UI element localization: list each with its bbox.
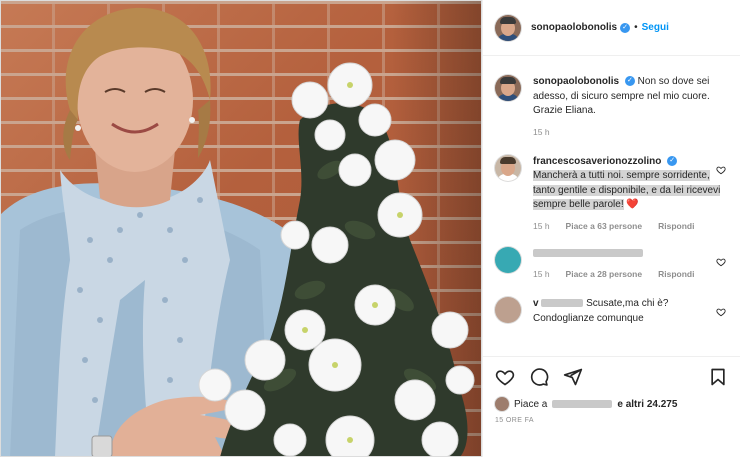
verified-badge-icon: ✓	[620, 22, 631, 33]
action-icons	[483, 357, 740, 397]
caption-time[interactable]: 15 h	[533, 127, 550, 137]
list-item: v Scusate,ma chi è? Condoglianze comunqu…	[483, 297, 740, 326]
avatar[interactable]	[495, 14, 521, 41]
reply-button[interactable]: Rispondi	[658, 269, 694, 279]
reply-button[interactable]: Rispondi	[658, 221, 694, 231]
comment-text-block: francescosaverionozzolino ✓ Mancherà a t…	[533, 155, 728, 213]
header-username[interactable]: sonopaolobonolis	[531, 22, 617, 33]
likes-prefix: Piace a	[514, 398, 548, 410]
like-comment-heart-icon[interactable]	[716, 165, 726, 175]
comment-username-partial[interactable]: v	[533, 298, 539, 309]
avatar[interactable]	[495, 246, 521, 273]
azalea-plant	[198, 62, 475, 457]
caption-meta: 15 h	[533, 127, 728, 137]
comment-time[interactable]: 15 h	[533, 221, 550, 231]
post-photo[interactable]	[0, 0, 482, 457]
obscured-username	[533, 248, 643, 257]
heart-emoji-icon: ❤️	[626, 199, 639, 210]
post-timestamp[interactable]: 15 ORE FA	[483, 411, 740, 430]
post-header: sonopaolobonolis ✓ • Segui	[483, 0, 740, 56]
list-item: 15 h Piace a 28 persone Rispondi	[483, 246, 740, 279]
like-comment-heart-icon[interactable]	[716, 307, 726, 317]
actions-bar: Piace a e altri 24.275 15 ORE FA	[483, 356, 740, 457]
avatar[interactable]	[495, 75, 521, 101]
caption-comment: sonopaolobonolis ✓ Non so dove sei adess…	[483, 75, 740, 137]
list-item: francescosaverionozzolino ✓ Mancherà a t…	[483, 154, 740, 231]
likes-summary: Piace a e altri 24.275	[483, 397, 740, 411]
follow-button[interactable]: Segui	[642, 22, 669, 33]
verified-badge-icon: ✓	[624, 76, 635, 87]
comment-username[interactable]: francescosaverionozzolino	[533, 156, 661, 167]
comment-text: Scusate,ma chi è?	[586, 298, 669, 309]
instagram-post: sonopaolobonolis ✓ • Segui sonopaolobono…	[0, 0, 740, 457]
comments-list[interactable]: sonopaolobonolis ✓ Non so dove sei adess…	[483, 57, 740, 355]
heart-icon[interactable]	[495, 367, 515, 387]
share-icon[interactable]	[563, 367, 583, 387]
comment-text-block: v Scusate,ma chi è? Condoglianze comunqu…	[533, 297, 728, 326]
verified-badge-icon: ✓	[667, 155, 678, 166]
comment-meta: 15 h Piace a 28 persone Rispondi	[533, 269, 728, 279]
obscured-username	[552, 400, 613, 408]
caption-text-block: sonopaolobonolis ✓ Non so dove sei adess…	[533, 75, 728, 119]
avatar[interactable]	[495, 397, 509, 411]
comment-text-2: Condoglianze comunque	[533, 312, 644, 324]
comment-text-block	[533, 247, 728, 262]
caption-username[interactable]: sonopaolobonolis	[533, 76, 619, 87]
likes-count[interactable]: e altri 24.275	[617, 399, 677, 410]
like-comment-heart-icon[interactable]	[716, 257, 726, 267]
comment-icon[interactable]	[529, 367, 549, 387]
comment-likes[interactable]: Piace a 28 persone	[566, 269, 643, 279]
comment-time[interactable]: 15 h	[533, 269, 550, 279]
comment-likes[interactable]: Piace a 63 persone	[566, 221, 643, 231]
header-separator: •	[634, 22, 638, 33]
side-panel: sonopaolobonolis ✓ • Segui sonopaolobono…	[482, 0, 740, 457]
bookmark-icon[interactable]	[708, 367, 728, 387]
avatar[interactable]	[495, 297, 521, 323]
comment-meta: 15 h Piace a 63 persone Rispondi	[533, 221, 728, 231]
obscured-username	[541, 299, 584, 308]
avatar[interactable]	[495, 154, 521, 181]
